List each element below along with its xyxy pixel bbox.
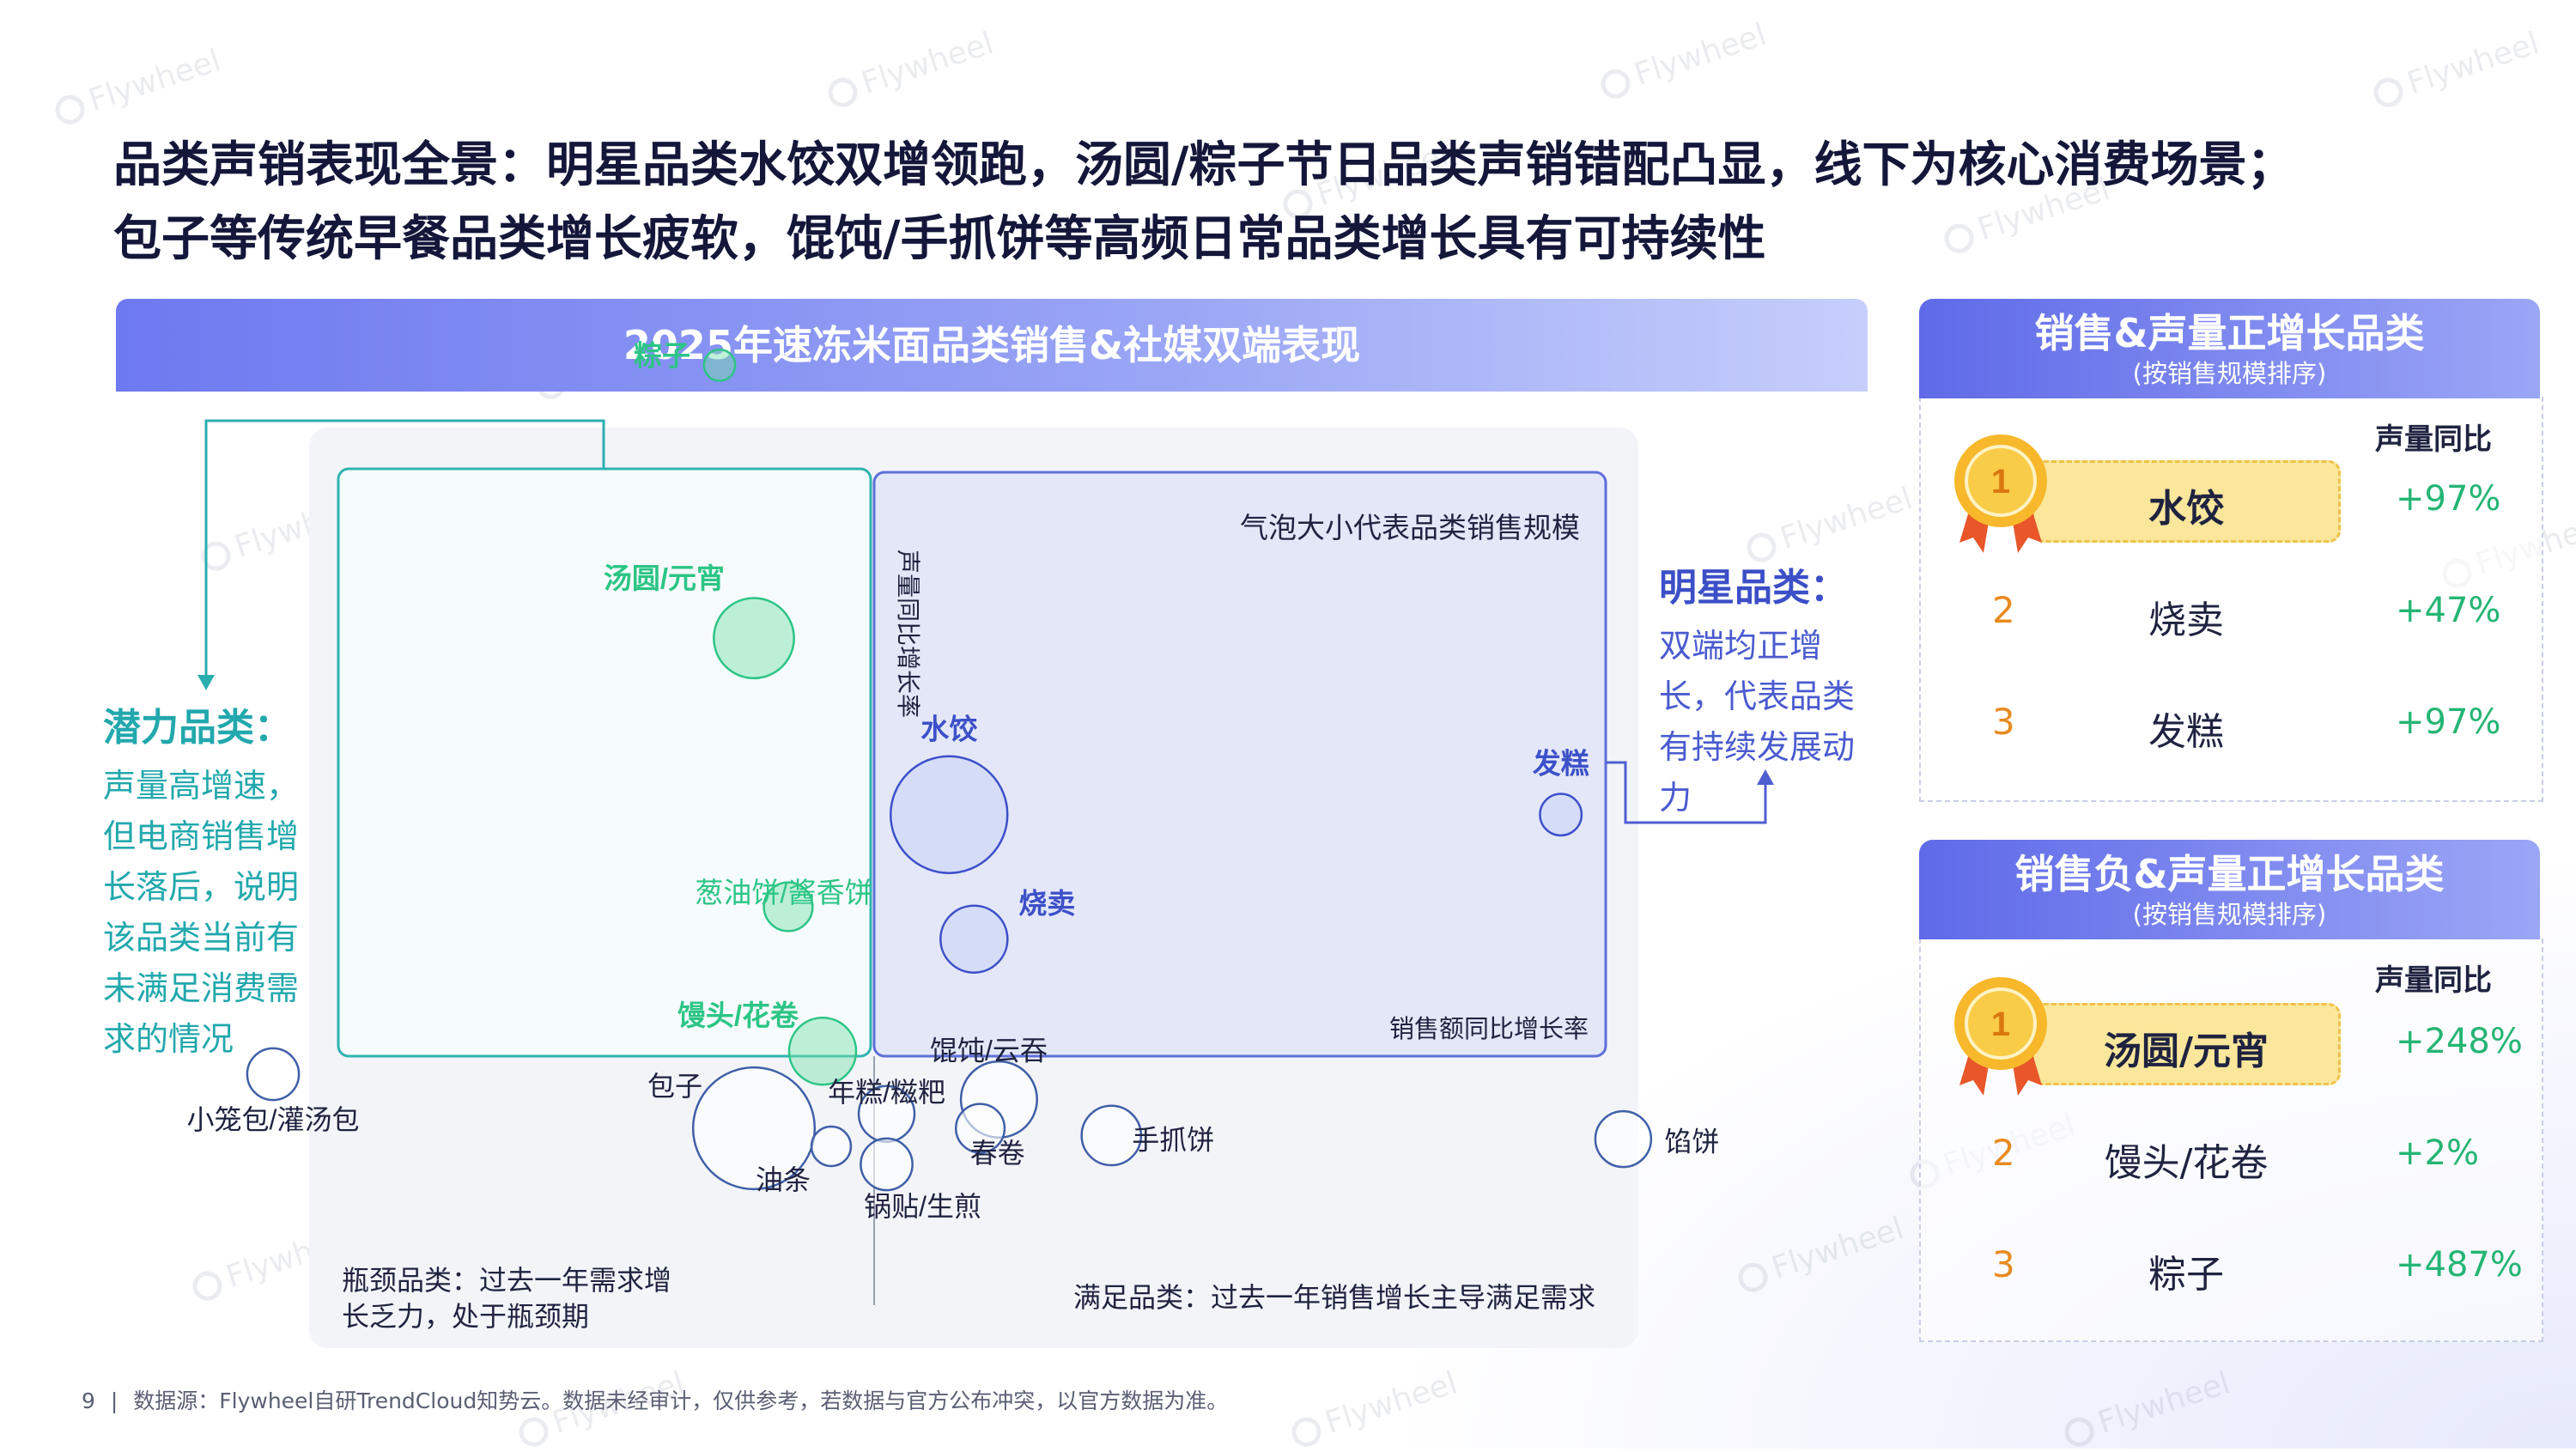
panel-negative-name-3: 粽子 [2148, 1253, 2224, 1297]
page-number: 9 [82, 1388, 95, 1413]
panel-positive-name-3: 发糕 [2148, 710, 2224, 754]
panel-positive-col-label: 声量同比 [2375, 422, 2492, 457]
satisfied-quadrant-label: 满足品类：过去一年销售增长主导满足需求 [1073, 1282, 1595, 1313]
panel-positive-rank-2: 2 [1992, 589, 2015, 631]
medal-rank-number: 1 [1991, 1005, 2010, 1043]
footer-source: 数据源：Flywheel自研TrendCloud知势云。数据未经审计，仅供参考，… [133, 1388, 1229, 1413]
panel-positive-subtitle: (按销售规模排序) [2132, 359, 2327, 388]
bubble-4 [889, 755, 1009, 874]
panel-negative-value-1: +248% [2396, 1022, 2523, 1061]
y-axis-label: 声量同比增长率 [895, 550, 921, 718]
bubble-0 [702, 348, 737, 382]
bubble-label-11: 锅贴/生煎 [864, 1191, 981, 1222]
bubble-label-12: 馄饨/云吞 [930, 1035, 1048, 1066]
star-callout: 明星品类： 双端均正增长，代表品类有持续发展动力 [1659, 562, 1874, 823]
panel-negative-value-2: +2% [2396, 1133, 2479, 1173]
panel-positive-rank-3: 3 [1992, 701, 2015, 743]
bubble-6 [1539, 793, 1583, 837]
panel-positive-value-3: +97% [2396, 702, 2501, 742]
panel-positive-value-2: +47% [2396, 591, 2501, 630]
bubble-label-0: 粽子 [634, 339, 690, 371]
bubble-label-9: 油条 [756, 1164, 811, 1195]
bubble-label-13: 春卷 [970, 1138, 1025, 1169]
footer-separator: | [110, 1388, 118, 1413]
panel-negative-subtitle: (按销售规模排序) [2132, 900, 2327, 929]
potential-callout-desc: 声量高增速，但电商销售增长落后，说明该品类当前有未满足消费需求的情况 [103, 767, 300, 1058]
bubble-label-5: 烧卖 [1018, 888, 1075, 920]
panel-positive-name-2: 烧卖 [2148, 598, 2224, 642]
panel-negative-rank-2: 2 [1992, 1132, 2015, 1174]
panel-negative-name-2: 馒头/花卷 [2104, 1141, 2269, 1185]
medal-rank-number: 1 [1991, 463, 2010, 501]
x-axis-label: 销售额同比增长率 [1389, 1015, 1589, 1043]
star-callout-title: 明星品类： [1659, 566, 1848, 610]
bubble-label-6: 发糕 [1533, 748, 1589, 780]
bubble-label-3: 馒头/花卷 [677, 999, 799, 1031]
panel-positive-value-1: +97% [2396, 479, 2501, 519]
bubble-label-7: 小笼包/灌汤包 [187, 1104, 360, 1135]
potential-quadrant [337, 467, 872, 1058]
bubble-label-4: 水饺 [920, 714, 977, 745]
bubble-size-note: 气泡大小代表品类销售规模 [1240, 512, 1580, 544]
footer: 9 | 数据源：Flywheel自研TrendCloud知势云。数据未经审计，仅… [82, 1384, 1228, 1415]
bottleneck-label-wrapper: 瓶颈品类：过去一年需求增长乏力，处于瓶颈期 [342, 1265, 672, 1332]
potential-callout: 潜力品类： 声量高增速，但电商销售增长落后，说明该品类当前有未满足消费需求的情况 [103, 702, 309, 1065]
panel-negative-value-3: +487% [2396, 1245, 2523, 1285]
bubble-9 [810, 1125, 853, 1168]
bubble-label-15: 馅饼 [1664, 1127, 1719, 1157]
bubble-label-1: 汤圆/元宵 [604, 562, 725, 594]
panel-negative-header: 销售负&声量正增长品类 (按销售规模排序) [1919, 840, 2540, 939]
panel-positive-header: 销售&声量正增长品类 (按销售规模排序) [1919, 299, 2540, 398]
bubble-3 [787, 1016, 858, 1086]
panel-negative-rank-3: 3 [1992, 1243, 2015, 1285]
bubble-5 [939, 904, 1009, 974]
bubble-label-10: 年糕/糍粑 [828, 1077, 945, 1108]
bubble-1 [713, 597, 795, 680]
bottleneck-quadrant-label: 瓶颈品类：过去一年需求增长乏力，处于瓶颈期 [342, 1265, 672, 1332]
bubble-label-14: 手抓饼 [1132, 1124, 1214, 1155]
panel-negative-title: 销售负&声量正增长品类 [2014, 851, 2445, 897]
panel-positive-name-1: 水饺 [2148, 487, 2224, 531]
panel-negative-name-1: 汤圆/元宵 [2103, 1030, 2269, 1073]
bubble-15 [1594, 1109, 1653, 1169]
star-callout-desc: 双端均正增长，代表品类有持续发展动力 [1659, 627, 1856, 817]
bubble-11 [860, 1137, 914, 1192]
panel-positive-title: 销售&声量正增长品类 [2034, 310, 2425, 356]
potential-callout-title: 潜力品类： [103, 706, 292, 750]
panel-negative-col-label: 声量同比 [2375, 963, 2492, 998]
potential-arrow-head [197, 675, 215, 690]
bubble-label-8: 包子 [647, 1071, 702, 1102]
bubble-label-2: 葱油饼/酱香饼 [695, 877, 872, 908]
